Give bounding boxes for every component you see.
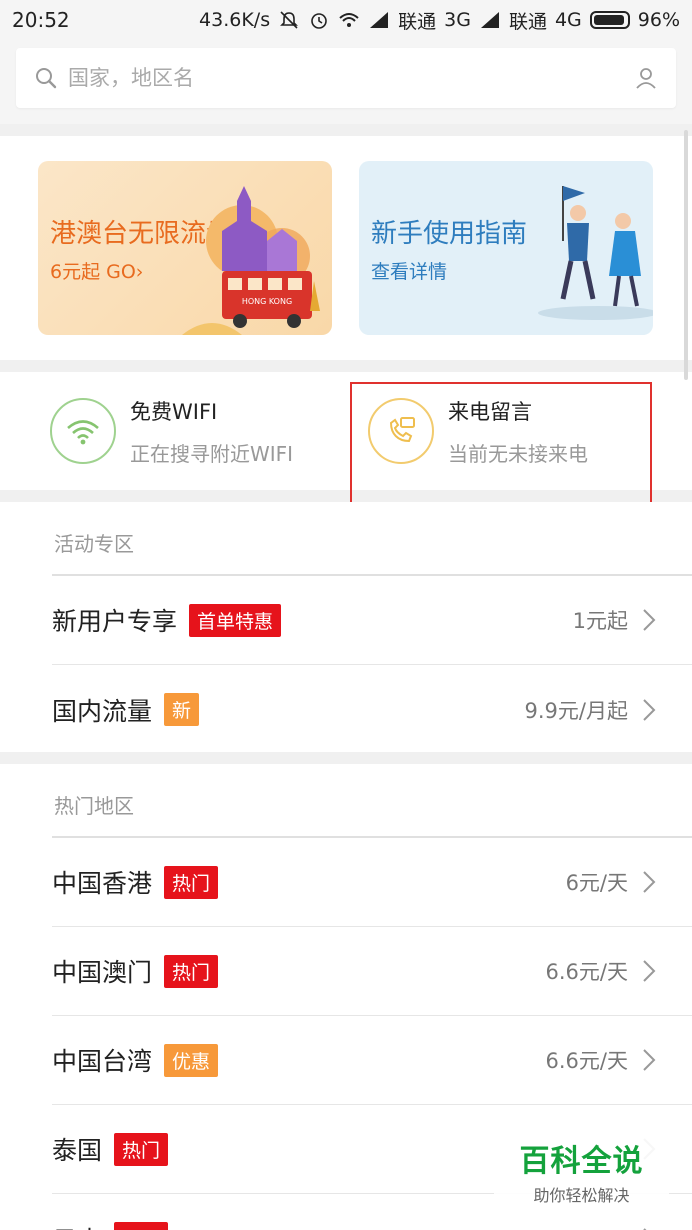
item-price: 1元起 [572, 609, 628, 633]
carrier-1: 联通 [398, 10, 437, 33]
list-item[interactable]: 中国香港 热门 6元/天 [52, 838, 692, 927]
user-guide-banner[interactable]: 新手使用指南 查看详情 [359, 161, 653, 335]
wifi-title: 免费WIFI [130, 399, 218, 424]
signal-icon-1 [368, 10, 390, 30]
item-tag: 热门 [164, 865, 219, 899]
item-tag: 热门 [164, 954, 219, 988]
travelers-illustration-icon [538, 186, 653, 320]
hk-traffic-banner[interactable]: 港澳台无限流量 6元起 GO› HONG KONG [38, 161, 332, 335]
signal-icon-2 [479, 10, 501, 30]
section-title: 热门地区 [54, 794, 134, 818]
item-label: 中国台湾 [52, 1047, 153, 1076]
item-tag: 热门 [114, 1132, 169, 1166]
banner-section: 港澳台无限流量 6元起 GO› HONG KONG 新手使用指南 查看详情 [0, 136, 692, 360]
list-item[interactable]: 中国台湾 优惠 6.6元/天 [52, 1016, 692, 1105]
item-price: 9.9元/月起 [524, 698, 628, 723]
battery-percent: 96% [637, 9, 680, 31]
item-tag: 优惠 [164, 1043, 219, 1077]
section-title: 活动专区 [54, 532, 134, 556]
list-item[interactable]: 新用户专享 首单特惠 1元起 [52, 576, 692, 665]
search-box[interactable] [16, 48, 676, 108]
highlight-box [350, 382, 652, 504]
chevron-right-icon [643, 871, 656, 893]
wifi-subtitle: 正在搜寻附近WIFI [130, 441, 294, 466]
status-right: 43.6K/s 联通 3G 联通 4G 96% [199, 7, 680, 34]
watermark-title: 百科全说 [519, 1144, 644, 1179]
search-icon [36, 68, 57, 89]
activity-section: 活动专区 新用户专享 首单特惠 1元起 国内流量 新 9.9元/月起 [0, 502, 692, 752]
item-price: 6.6元/天 [545, 1049, 628, 1073]
item-tag: 热门 [114, 1222, 169, 1230]
wifi-icon-circle [50, 398, 116, 464]
chevron-right-icon [643, 698, 656, 721]
user-icon[interactable] [634, 66, 658, 90]
battery-icon [589, 11, 630, 29]
hong-kong-sign: HONG KONG [242, 297, 292, 306]
item-label: 新用户专享 [52, 607, 178, 636]
alarm-icon [308, 10, 330, 30]
banner-subtitle: 查看详情 [371, 261, 448, 283]
chevron-right-icon [643, 960, 656, 982]
list-item[interactable]: 中国澳门 热门 6.6元/天 [52, 927, 692, 1016]
chevron-right-icon [643, 1227, 647, 1230]
wifi-status-icon [338, 10, 360, 30]
item-label: 日本 [52, 1221, 102, 1230]
wifi-icon [67, 420, 99, 445]
network-type-1: 3G [444, 9, 471, 31]
search-input[interactable] [68, 66, 588, 90]
item-label: 中国香港 [52, 869, 153, 898]
scrollbar[interactable] [684, 130, 688, 380]
status-time: 20:52 [12, 8, 70, 32]
item-label: 国内流量 [52, 696, 153, 726]
item-label: 泰国 [52, 1136, 103, 1165]
banner-title: 新手使用指南 [371, 219, 528, 249]
wifi-text: 免费WIFI 正在搜寻附近WIFI [130, 396, 293, 467]
watermark: 百科全说 助你轻松解决 [494, 1130, 669, 1210]
item-label: 中国澳门 [52, 958, 153, 987]
free-wifi-entry[interactable]: 免费WIFI 正在搜寻附近WIFI [50, 372, 293, 490]
banner-subtitle: 6元起 GO› [50, 261, 144, 283]
chevron-right-icon [643, 609, 656, 631]
status-bar: 20:52 43.6K/s 联通 3G 联通 4G 96% [0, 0, 692, 40]
list-item[interactable]: 国内流量 新 9.9元/月起 [52, 665, 692, 754]
network-speed: 43.6K/s [199, 9, 271, 31]
item-tag: 首单特惠 [189, 603, 282, 637]
item-price: 6.6元/天 [545, 960, 628, 984]
chevron-right-icon [643, 1049, 656, 1071]
hong-kong-illustration-icon: HONG KONG [182, 186, 320, 335]
item-price: 6元/天 [565, 871, 628, 895]
carrier-2: 联通 [508, 10, 547, 33]
mute-icon [278, 10, 300, 30]
watermark-subtitle: 助你轻松解决 [533, 1186, 630, 1205]
search-bar-area [0, 40, 692, 124]
item-tag: 新 [164, 693, 200, 726]
network-type-2: 4G [554, 9, 582, 31]
